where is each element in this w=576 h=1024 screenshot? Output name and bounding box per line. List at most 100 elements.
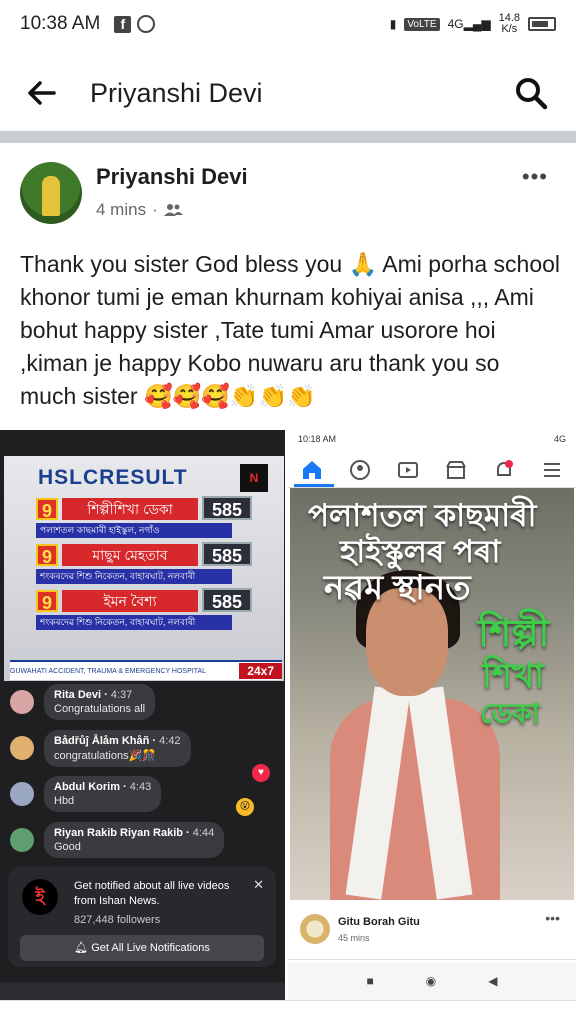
channel-logo-icon: ই bbox=[22, 879, 58, 915]
rank-school: শংকৰদেৱ শিশু নিকেতন, বাহাৰঘাট, নলবাৰী bbox=[36, 569, 232, 584]
avatar[interactable] bbox=[20, 162, 82, 224]
comment-author-line: Riyan Rakib Riyan Rakib · 4:44 bbox=[54, 827, 215, 839]
comment-text: Good bbox=[54, 841, 81, 853]
inner-post-header: Gitu Borah Gitu 45 mins ••• bbox=[288, 900, 576, 960]
overlay-line-3: নৱম স্থানত bbox=[324, 569, 471, 607]
inner-status-signal: 4G bbox=[553, 434, 566, 444]
comment-bubble: Abdul Korim · 4:43 Hbd bbox=[44, 776, 162, 812]
comment-author: Abdul Korim bbox=[54, 781, 120, 793]
avatar bbox=[10, 736, 34, 760]
ticker-text: GUWAHATI ACCIDENT, TRAUMA & EMERGENCY HO… bbox=[10, 667, 207, 675]
post-time[interactable]: 4 mins bbox=[96, 200, 146, 220]
circle-icon: ◉ bbox=[425, 974, 437, 988]
more-options-icon[interactable]: ••• bbox=[522, 164, 548, 190]
rank-number: 9 bbox=[36, 544, 58, 567]
status-right: ▮ VoLTE 4G▂▄▆ 14.8 K/s bbox=[390, 13, 556, 35]
rank-number: 9 bbox=[36, 498, 58, 521]
comment-author-line: Rita Devi · 4:37 bbox=[54, 689, 133, 701]
get-notifications-button[interactable]: 🔔︎ Get All Live Notifications bbox=[20, 935, 264, 961]
rank-score: 585 bbox=[202, 588, 252, 612]
heart-reaction-icon: ♥ bbox=[252, 764, 270, 782]
avatar bbox=[10, 690, 34, 714]
search-icon[interactable] bbox=[514, 76, 548, 110]
post-text: Thank you sister God bless you 🙏 Ami por… bbox=[20, 251, 561, 409]
comment-author: Bådřůĵ Ålåm Khåñ bbox=[54, 735, 150, 747]
rank-name: মাছুম মেহতাব bbox=[62, 544, 198, 566]
avatar bbox=[10, 828, 34, 852]
status-time: 10:38 AM bbox=[20, 13, 101, 34]
wow-reaction-icon: 😮 bbox=[236, 798, 254, 816]
inner-post-time: 45 mins bbox=[338, 933, 370, 943]
comment-time: 4:44 bbox=[192, 827, 215, 839]
inner-status-time: 10:18 AM bbox=[298, 434, 337, 444]
student-photo: পলাশতল কাছমাৰী হাইস্কুলৰ পৰা নৱম স্থানত … bbox=[290, 488, 574, 900]
comment: Rita Devi · 4:37 Congratulations all bbox=[10, 684, 156, 720]
bell-icon: 🔔︎ bbox=[74, 942, 92, 954]
notify-card: ই Get notified about all live videos fro… bbox=[8, 867, 276, 967]
post-image-left[interactable]: HSLCRESULT N 9 শিল্পীশিখা ডেকা 585 পলাশত… bbox=[0, 430, 285, 1000]
comment-text: congratulations🎉🎊 bbox=[54, 750, 156, 762]
comment: Abdul Korim · 4:43 Hbd bbox=[10, 776, 162, 812]
square-icon: ■ bbox=[366, 974, 374, 988]
notifications-bell-icon bbox=[497, 459, 513, 476]
friends-audience-icon bbox=[163, 204, 183, 216]
inner-post-author: Gitu Borah Gitu bbox=[338, 916, 420, 928]
comment-author: Rita Devi bbox=[54, 689, 102, 701]
notify-button-label: Get All Live Notifications bbox=[91, 942, 210, 954]
rank-score: 585 bbox=[202, 542, 252, 566]
rank-row: 9 ইমন বৈশ্য 585 শংকৰদেৱ শিশু নিকেতন, বাহ… bbox=[36, 588, 254, 632]
network-speed: 14.8 K/s bbox=[499, 13, 520, 35]
close-icon[interactable]: ✕ bbox=[253, 877, 264, 893]
inner-android-nav: ■ ◉ ◀ bbox=[288, 962, 576, 1000]
rank-school: শংকৰদেৱ শিশু নিকেতন, বাহাৰঘাট, নলবাৰী bbox=[36, 615, 232, 630]
facebook-icon: f bbox=[114, 15, 132, 33]
comment-text: Congratulations all bbox=[54, 703, 146, 715]
post-header: Priyanshi Devi 4 mins · ••• bbox=[18, 158, 558, 228]
result-banner: HSLCRESULT N 9 শিল্পীশিখা ডেকা 585 পলাশত… bbox=[4, 456, 284, 681]
comment-time: 4:37 bbox=[110, 689, 133, 701]
comment-bubble: Bådřůĵ Ålåm Khåñ · 4:42 congratulations🎉… bbox=[44, 730, 191, 767]
back-arrow-icon[interactable] bbox=[28, 78, 58, 108]
rank-score: 585 bbox=[202, 496, 252, 520]
comment: Riyan Rakib Riyan Rakib · 4:44 Good bbox=[10, 822, 225, 858]
section-divider bbox=[0, 131, 576, 143]
comment-text: Hbd bbox=[54, 795, 75, 807]
comment-author-line: Bådřůĵ Ålåm Khåñ · 4:42 bbox=[54, 735, 181, 747]
battery-icon bbox=[528, 17, 556, 31]
comment-time: 4:42 bbox=[159, 735, 181, 747]
comment-time: 4:43 bbox=[129, 781, 152, 793]
followers-count: 827,448 followers bbox=[74, 914, 161, 926]
comment-author: Riyan Rakib Riyan Rakib bbox=[54, 827, 183, 839]
notification-icons: f bbox=[114, 15, 156, 33]
channel-logo-icon: N bbox=[240, 464, 268, 492]
comment: Bådřůĵ Ålåm Khåñ · 4:42 congratulations🎉… bbox=[10, 730, 191, 767]
signal-label: 4G bbox=[447, 17, 464, 31]
post-author[interactable]: Priyanshi Devi bbox=[96, 164, 248, 190]
rank-row: 9 মাছুম মেহতাব 585 শংকৰদেৱ শিশু নিকেতন, … bbox=[36, 542, 254, 586]
banner-title: HSLCRESULT bbox=[38, 466, 188, 489]
post-image-right[interactable]: 10:18 AM 4G পলাশতল কাছমাৰী হাইস্কুলৰ পৰা… bbox=[288, 430, 576, 1000]
avatar bbox=[300, 914, 330, 944]
rank-name: শিল্পীশিখা ডেকা bbox=[62, 498, 198, 520]
top-app-bar: Priyanshi Devi bbox=[0, 58, 576, 128]
signal-icon: 4G▂▄▆ bbox=[447, 17, 491, 31]
ticker-tag: 24x7 bbox=[239, 663, 282, 679]
menu-icon bbox=[544, 462, 560, 477]
dot-separator: · bbox=[152, 200, 158, 219]
page-title: Priyanshi Devi bbox=[90, 77, 263, 108]
volte-badge: VoLTE bbox=[404, 17, 440, 31]
marketplace-icon bbox=[446, 460, 466, 479]
ticker-bar: GUWAHATI ACCIDENT, TRAUMA & EMERGENCY HO… bbox=[10, 660, 282, 680]
avatar bbox=[10, 782, 34, 806]
notify-text: Get notified about all live videos from … bbox=[74, 880, 230, 907]
home-icon bbox=[303, 460, 321, 479]
back-triangle-icon: ◀ bbox=[488, 974, 498, 988]
overlay-line-6: ডেকা bbox=[480, 698, 540, 729]
vibrate-icon: ▮ bbox=[389, 17, 397, 31]
post-meta: 4 mins · bbox=[96, 200, 184, 220]
comment-input-bar[interactable] bbox=[0, 982, 285, 1000]
comment-author-line: Abdul Korim · 4:43 bbox=[54, 781, 152, 793]
bottom-bar bbox=[0, 1000, 576, 1024]
messenger-icon bbox=[137, 15, 156, 33]
watch-icon bbox=[398, 461, 418, 478]
